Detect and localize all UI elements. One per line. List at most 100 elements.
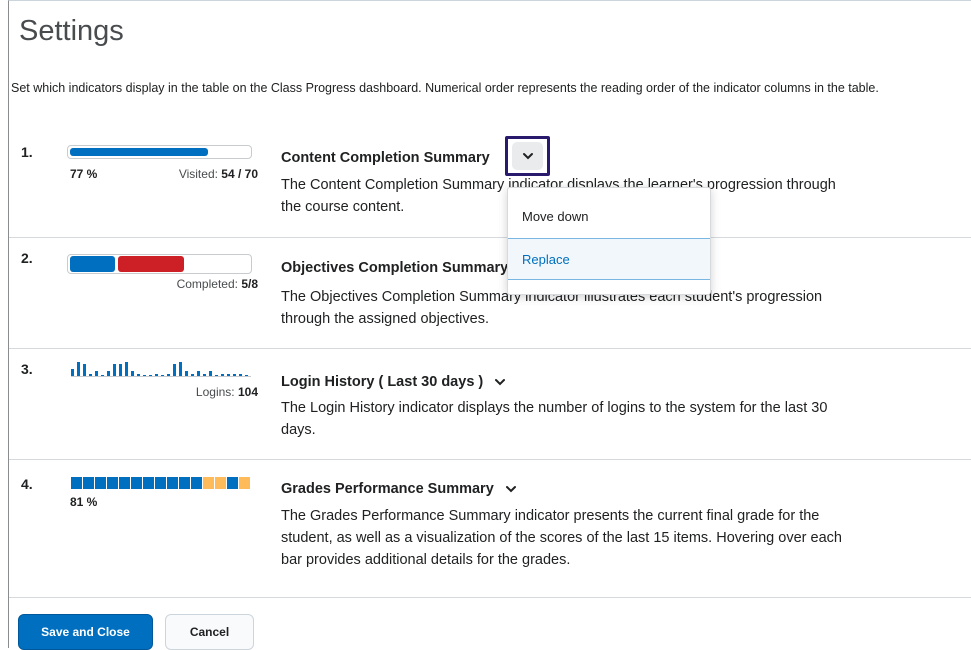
logins-label: Logins: [195, 385, 235, 399]
indicator-menu-button-3[interactable] [489, 371, 511, 393]
progress-bar [67, 145, 252, 159]
content-completion-viz: 77 % Visited: 54 / 70 [67, 145, 258, 189]
grade-item-bar [155, 477, 166, 489]
chevron-down-icon [505, 486, 516, 493]
login-day-bar [131, 371, 134, 376]
visited-count: Visited: 54 / 70 [179, 167, 258, 181]
login-day-bar [209, 371, 212, 376]
login-day-bar [89, 374, 92, 376]
percent-label: 81 % [70, 495, 98, 509]
login-day-bar [83, 364, 86, 376]
grade-item-bar [203, 477, 214, 489]
footer-bar: Save and Close Cancel [9, 597, 971, 650]
login-day-bar [125, 362, 128, 376]
login-day-bar [179, 362, 182, 376]
login-day-bar [101, 375, 104, 376]
grade-item-bar [119, 477, 130, 489]
grade-item-bar [83, 477, 94, 489]
menu-item-replace[interactable]: Replace [508, 238, 710, 280]
percent-label: 77 % [70, 167, 98, 181]
logins-count: Logins: 104 [196, 385, 258, 399]
segment-incomplete [118, 256, 184, 272]
login-day-bar [215, 375, 218, 376]
completed-value: 5/8 [241, 277, 258, 291]
indicator-title-text: Objectives Completion Summary [281, 260, 509, 276]
grade-item-bar [191, 477, 202, 489]
login-day-bar [197, 371, 200, 376]
login-day-bar [71, 369, 74, 376]
visited-value: 54 / 70 [221, 167, 258, 181]
login-day-bar [239, 374, 242, 376]
indicator-title-text: Grades Performance Summary [281, 481, 494, 497]
indicator-options-menu: Move down Replace [507, 187, 711, 295]
login-day-bar [119, 364, 122, 376]
grade-item-bar [107, 477, 118, 489]
visited-label: Visited: [178, 167, 218, 181]
settings-panel: Settings Set which indicators display in… [8, 0, 971, 650]
indicator-menu-button-4[interactable] [500, 478, 522, 500]
page-title: Settings [19, 15, 124, 47]
save-and-close-button[interactable]: Save and Close [18, 614, 153, 650]
grade-item-bar [167, 477, 178, 489]
completed-label: Completed: [176, 277, 238, 291]
indicator-title: Objectives Completion Summary [281, 260, 508, 276]
cancel-button[interactable]: Cancel [165, 614, 254, 650]
grade-item-bar [227, 477, 238, 489]
grades-performance-viz: 81 % [67, 477, 252, 521]
indicator-row-4: 4. 81 % Grades Performance Summary The G… [9, 460, 971, 597]
login-day-bar [143, 375, 146, 376]
login-day-bar [203, 374, 206, 376]
chevron-down-icon [522, 153, 533, 160]
login-day-bar [113, 364, 116, 376]
login-day-bar [233, 374, 236, 376]
indicator-number: 4. [21, 476, 33, 492]
grade-bars [71, 477, 252, 489]
grade-item-bar [215, 477, 226, 489]
login-day-bar [155, 374, 158, 376]
segment-bar [67, 254, 252, 274]
indicator-title-text: Login History ( Last 30 days ) [281, 374, 484, 390]
login-day-bar [77, 362, 80, 376]
indicator-title-text: Content Completion Summary [281, 150, 490, 166]
logins-value: 104 [237, 385, 258, 399]
indicator-menu-button-1[interactable] [505, 136, 550, 176]
login-day-bar [95, 371, 98, 376]
indicator-menu-button-inner [512, 142, 543, 170]
grade-item-bar [143, 477, 154, 489]
indicator-title: Content Completion Summary [281, 150, 490, 166]
segment-completed [70, 256, 115, 272]
objectives-completion-viz: Completed: 5/8 [67, 254, 258, 298]
grade-item-bar [179, 477, 190, 489]
login-history-viz: Logins: 104 [67, 362, 258, 407]
login-day-bar [149, 375, 152, 376]
indicator-number: 3. [21, 361, 33, 377]
login-day-bar [137, 374, 140, 376]
indicator-description: The Login History indicator displays the… [281, 400, 828, 438]
grade-item-bar [239, 477, 250, 489]
login-day-bar [161, 375, 164, 376]
login-day-bar [107, 371, 110, 376]
page-description: Set which indicators display in the tabl… [11, 81, 879, 95]
grade-item-bar [95, 477, 106, 489]
indicator-title: Grades Performance Summary [281, 478, 522, 500]
login-day-bar [167, 374, 170, 376]
progress-fill [70, 148, 208, 156]
indicator-row-2: 2. Completed: 5/8 Objectives Completion … [9, 238, 971, 349]
login-bars [71, 362, 251, 377]
indicator-description: The Grades Performance Summary indicator… [281, 508, 842, 568]
login-day-bar [221, 374, 224, 376]
login-day-bar [185, 371, 188, 376]
chevron-down-icon [495, 379, 506, 386]
indicator-title: Login History ( Last 30 days ) [281, 371, 511, 393]
indicator-row-3: 3. Logins: 104 Login History ( Last 30 d… [9, 349, 971, 460]
indicator-number: 1. [21, 144, 33, 160]
login-day-bar [173, 364, 176, 376]
login-day-bar [245, 375, 248, 376]
login-day-bar [191, 374, 194, 376]
indicator-row-1: 1. 77 % Visited: 54 / 70 Content Complet… [9, 132, 971, 238]
indicator-number: 2. [21, 250, 33, 266]
menu-item-move-down[interactable]: Move down [508, 195, 710, 237]
completed-count: Completed: 5/8 [177, 277, 258, 291]
grade-item-bar [131, 477, 142, 489]
grade-item-bar [71, 477, 82, 489]
